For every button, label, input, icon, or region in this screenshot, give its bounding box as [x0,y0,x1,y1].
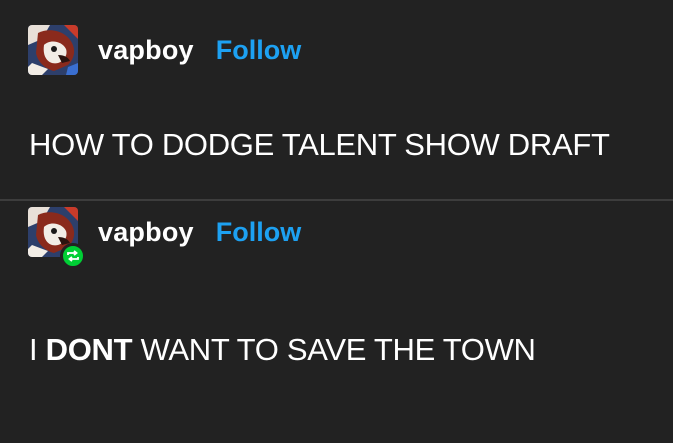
post-text: HOW TO DODGE TALENT SHOW DRAFT [29,127,610,162]
post-text-part: WANT TO SAVE THE TOWN [132,332,536,367]
post-text: I DONT WANT TO SAVE THE TOWN [29,332,536,368]
post: vapboy Follow I DONT WANT TO SAVE THE TO… [0,200,673,443]
reblog-badge [60,243,86,269]
avatar-image [28,25,78,75]
avatar[interactable] [28,25,78,75]
reblog-icon [67,250,79,262]
post: vapboy Follow HOW TO DODGE TALENT SHOW D… [0,0,673,200]
username[interactable]: vapboy [98,217,194,248]
post-header: vapboy Follow [28,24,301,76]
post-header: vapboy Follow [28,206,301,269]
follow-button[interactable]: Follow [216,217,301,248]
username[interactable]: vapboy [98,35,194,66]
post-text-part: I [29,332,46,367]
post-text-emphasis: DONT [45,332,133,367]
follow-button[interactable]: Follow [216,35,301,66]
avatar[interactable] [28,207,86,269]
